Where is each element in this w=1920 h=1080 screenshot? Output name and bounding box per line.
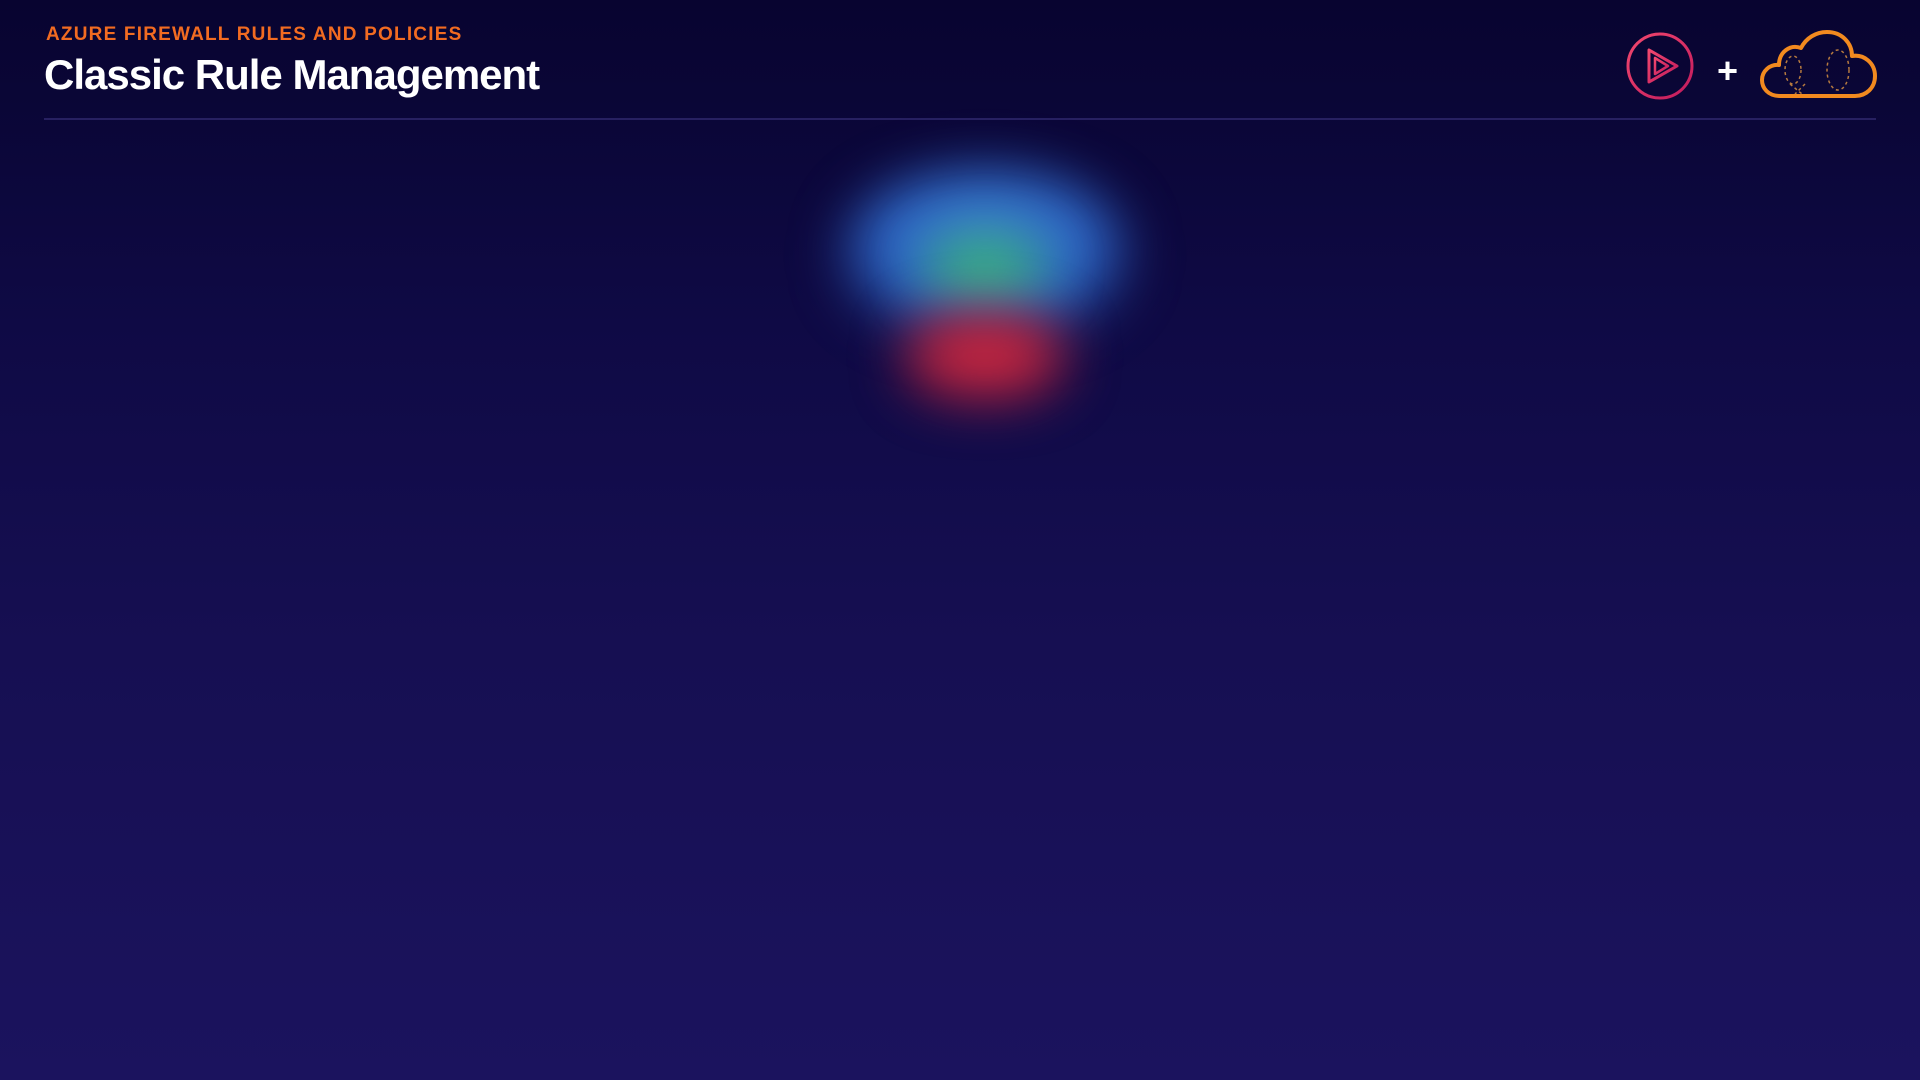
blurred-shape-red [905, 310, 1065, 400]
blurred-shape-green [920, 232, 1050, 302]
slide-header: AZURE FIREWALL RULES AND POLICIES Classi… [44, 24, 540, 98]
header-divider [44, 118, 1876, 120]
section-label: AZURE FIREWALL RULES AND POLICIES [46, 24, 463, 45]
play-circle-icon [1625, 31, 1695, 106]
plus-separator: + [1716, 49, 1738, 91]
cloud-icon [1760, 30, 1878, 107]
page-title: Classic Rule Management [44, 51, 540, 98]
brand-logos: + [1625, 30, 1878, 107]
